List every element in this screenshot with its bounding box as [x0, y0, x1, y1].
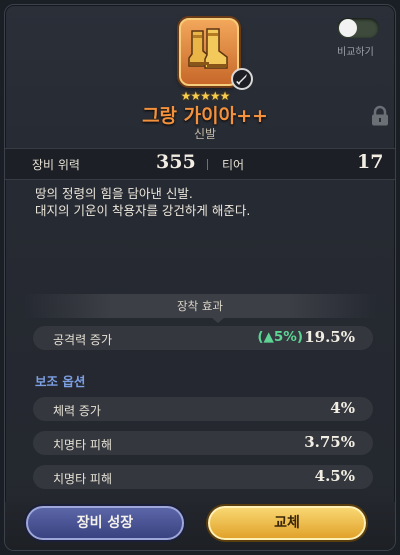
item-icon-frame: [179, 18, 239, 86]
sub-option-value: 3.75%: [304, 433, 355, 451]
stats-row: 장비 위력 355 티어 17: [5, 148, 395, 180]
main-stat-value: 19.5%: [304, 328, 355, 346]
description-line-2: 대지의 기운이 착용자를 강건하게 해준다.: [35, 203, 251, 218]
compare-toggle-knob: [339, 19, 357, 37]
stats-divider: [207, 159, 208, 170]
sub-option-value: 4%: [330, 399, 355, 417]
main-stat-bar: 공격력 증가 (▲5%) 19.5%: [33, 326, 373, 350]
main-stat-bonus: (▲5%): [257, 329, 303, 345]
equipment-detail-panel: ★★★★★ 그랑 가이아++ 신발 비교하기 장비 위력 355 티어 17 땅…: [4, 4, 396, 551]
main-stat-label: 공격력 증가: [53, 333, 113, 347]
golden-boots-icon: [188, 28, 228, 69]
power-value: 355: [156, 151, 196, 173]
sub-options-title: 보조 옵션: [35, 374, 86, 389]
swap-button[interactable]: 교체: [208, 506, 366, 540]
item-description: 땅의 정령의 힘을 담아낸 신발. 대지의 기운이 착용자를 강건하게 해준다.: [35, 185, 375, 219]
power-label: 장비 위력: [32, 158, 80, 172]
sub-option-label: 치명타 피해: [53, 438, 113, 452]
sub-option-label: 치명타 피해: [53, 472, 113, 486]
equip-effect-header: 장착 효과: [23, 294, 377, 323]
compare-toggle[interactable]: [337, 18, 379, 38]
equipment-growth-button[interactable]: 장비 성장: [26, 506, 184, 540]
sub-option-label: 체력 증가: [53, 404, 101, 418]
lock-icon[interactable]: [370, 105, 390, 131]
item-name: 그랑 가이아++: [142, 105, 268, 127]
description-line-1: 땅의 정령의 힘을 담아낸 신발.: [35, 186, 193, 201]
sword-icon: [231, 68, 253, 90]
tier-label: 티어: [222, 158, 245, 172]
item-type: 신발: [193, 127, 217, 141]
sub-option-row: 치명타 피해 3.75%: [33, 431, 373, 455]
sub-option-row: 체력 증가 4%: [33, 397, 373, 421]
compare-label: 비교하기: [337, 47, 374, 58]
tier-value: 17: [357, 151, 384, 173]
sub-option-value: 4.5%: [314, 467, 355, 485]
sub-option-row: 치명타 피해 4.5%: [33, 465, 373, 489]
